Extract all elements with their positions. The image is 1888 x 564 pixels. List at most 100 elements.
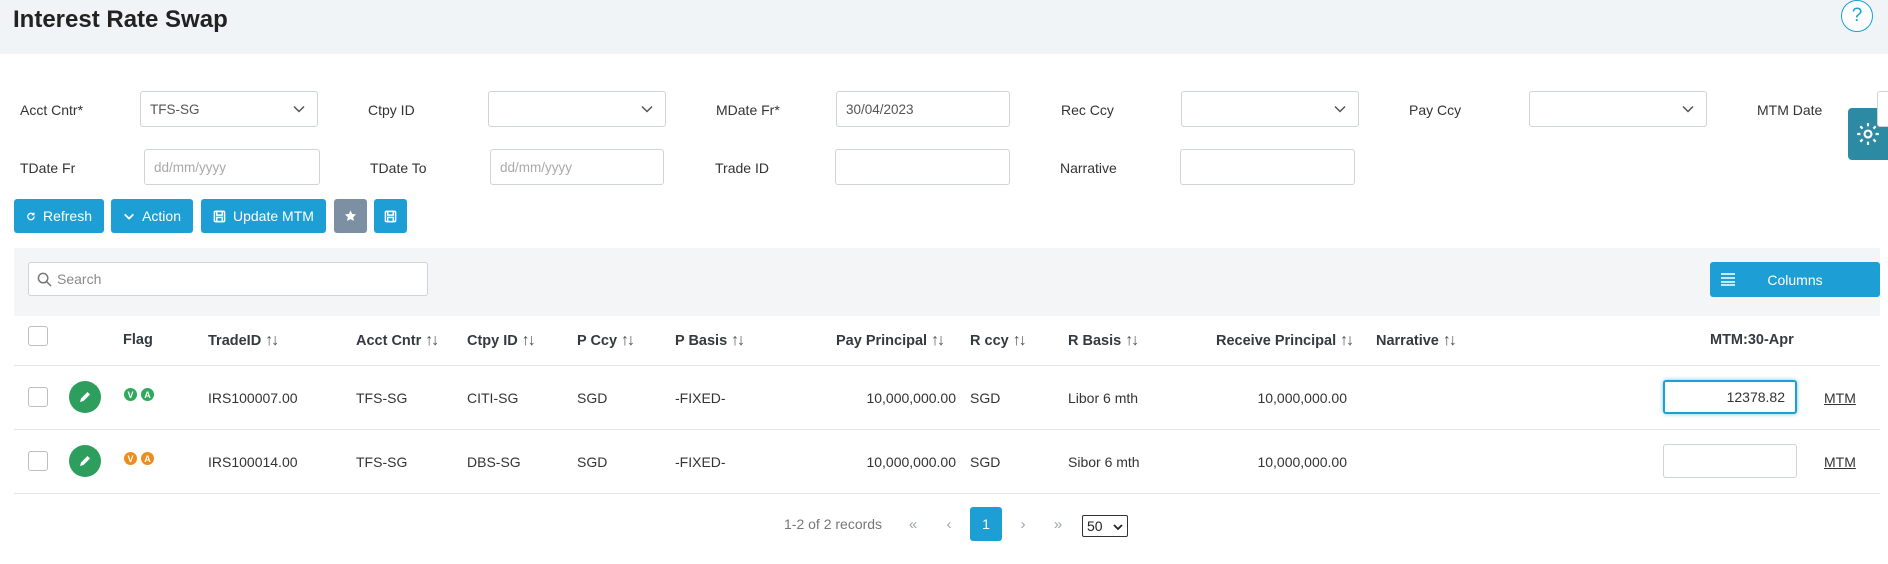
last-page-button[interactable]: »: [1045, 507, 1071, 541]
select-all-checkbox[interactable]: [28, 326, 48, 346]
tdate-to-input[interactable]: dd/mm/yyyy: [490, 149, 664, 185]
trade-id-input[interactable]: [835, 149, 1010, 185]
sort-icon: ↑↓: [931, 332, 945, 349]
tdate-fr-input[interactable]: dd/mm/yyyy: [144, 149, 320, 185]
mdate-fr-input[interactable]: 30/04/2023: [836, 91, 1010, 127]
favorite-button[interactable]: [334, 199, 367, 233]
col-r-ccy[interactable]: R ccy ↑↓: [970, 332, 1027, 350]
update-mtm-label: Update MTM: [233, 208, 314, 224]
next-page-button[interactable]: ›: [1010, 507, 1036, 541]
refresh-icon: [27, 212, 35, 220]
acct-cntr-value: TFS-SG: [150, 101, 200, 117]
mtm-input[interactable]: [1663, 444, 1797, 478]
acct-cntr-select[interactable]: TFS-SG: [140, 91, 318, 127]
pay-ccy-select[interactable]: [1529, 91, 1707, 127]
save-icon: [384, 210, 397, 222]
help-icon: ?: [1851, 5, 1863, 26]
tdate-fr-label: TDate Fr: [20, 160, 76, 176]
tdate-fr-placeholder: dd/mm/yyyy: [154, 159, 227, 175]
mtm-link[interactable]: MTM: [1824, 390, 1856, 406]
save-button[interactable]: [374, 199, 407, 233]
chevron-down-icon: [1334, 105, 1346, 113]
sort-icon: ↑↓: [731, 332, 745, 349]
col-flag: Flag: [123, 332, 153, 348]
table-row: V A IRS100007.00 TFS-SG CITI-SG SGD -FIX…: [14, 366, 1880, 430]
sort-icon: ↑↓: [1340, 332, 1354, 349]
columns-label: Columns: [1767, 271, 1823, 288]
columns-button[interactable]: Columns: [1710, 262, 1880, 297]
p-basis-cell: -FIXED-: [675, 390, 726, 406]
sort-icon: ↑↓: [1442, 332, 1457, 349]
col-trade-id[interactable]: TradeID ↑↓: [208, 332, 279, 350]
col-r-basis[interactable]: R Basis ↑↓: [1068, 332, 1139, 350]
update-mtm-button[interactable]: Update MTM: [201, 199, 326, 233]
approved-flag-icon: A: [141, 388, 154, 401]
action-label: Action: [142, 208, 181, 224]
page-title: Interest Rate Swap: [13, 6, 228, 33]
edit-button[interactable]: [69, 445, 101, 477]
r-ccy-cell: SGD: [970, 454, 1001, 470]
col-pay-principal[interactable]: Pay Principal ↑↓: [836, 332, 945, 350]
first-page-button[interactable]: «: [900, 507, 926, 541]
trade-id-cell: IRS100014.00: [208, 454, 298, 470]
p-ccy-cell: SGD: [577, 390, 608, 406]
table-row: V A IRS100014.00 TFS-SG DBS-SG SGD -FIXE…: [14, 430, 1880, 494]
page-size-value: 50: [1087, 518, 1103, 534]
trade-id-cell: IRS100007.00: [208, 390, 298, 406]
chevron-down-icon: [124, 213, 134, 220]
mtm-date-label: MTM Date: [1757, 102, 1823, 118]
rec-ccy-label: Rec Ccy: [1061, 102, 1114, 118]
tdate-to-placeholder: dd/mm/yyyy: [500, 159, 573, 175]
acct-cntr-cell: TFS-SG: [356, 390, 408, 406]
col-mtm: MTM:30-Apr: [1710, 332, 1794, 348]
pay-ccy-label: Pay Ccy: [1409, 102, 1462, 118]
verified-flag-icon: V: [124, 388, 137, 401]
search-input[interactable]: Search: [28, 262, 428, 296]
action-button[interactable]: Action: [111, 199, 193, 233]
col-p-basis[interactable]: P Basis ↑↓: [675, 332, 745, 350]
rec-ccy-select[interactable]: [1181, 91, 1359, 127]
page-header: [0, 0, 1888, 54]
sort-icon: ↑↓: [521, 332, 536, 349]
pay-principal-cell: 10,000,000.00: [866, 390, 956, 406]
prev-page-button[interactable]: ‹: [936, 507, 962, 541]
edit-button[interactable]: [69, 381, 101, 413]
col-acct-cntr[interactable]: Acct Cntr ↑↓: [356, 332, 439, 350]
page-1-button[interactable]: 1: [970, 507, 1002, 541]
search-placeholder: Search: [57, 271, 102, 287]
sort-icon: ↑↓: [265, 332, 279, 349]
table-header: Flag TradeID ↑↓ Acct Cntr ↑↓ Ctpy ID ↑↓ P C…: [14, 316, 1880, 366]
approved-flag-icon: A: [141, 452, 154, 465]
acct-cntr-cell: TFS-SG: [356, 454, 408, 470]
help-button[interactable]: ?: [1841, 0, 1873, 32]
row-checkbox[interactable]: [28, 387, 48, 407]
col-narrative[interactable]: Narrative ↑↓: [1376, 332, 1457, 350]
receive-principal-cell: 10,000,000.00: [1257, 454, 1347, 470]
mtm-date-input[interactable]: [1877, 91, 1888, 127]
mtm-input[interactable]: 12378.82: [1663, 380, 1797, 414]
ctpy-id-cell: DBS-SG: [467, 454, 521, 470]
star-icon: [344, 210, 357, 221]
verified-flag-icon: V: [124, 452, 137, 465]
col-p-ccy[interactable]: P Ccy ↑↓: [577, 332, 635, 350]
row-checkbox[interactable]: [28, 451, 48, 471]
refresh-button[interactable]: Refresh: [14, 199, 104, 233]
mtm-link[interactable]: MTM: [1824, 454, 1856, 470]
p-basis-cell: -FIXED-: [675, 454, 726, 470]
ctpy-id-select[interactable]: [488, 91, 666, 127]
pencil-icon: [80, 456, 90, 466]
r-basis-cell: Sibor 6 mth: [1068, 454, 1140, 470]
pencil-icon: [80, 392, 90, 402]
p-ccy-cell: SGD: [577, 454, 608, 470]
trade-id-label: Trade ID: [715, 160, 769, 176]
search-icon: [37, 272, 52, 287]
ctpy-id-label: Ctpy ID: [368, 102, 415, 118]
refresh-label: Refresh: [42, 208, 92, 224]
chevron-down-icon: [641, 105, 653, 113]
acct-cntr-label: Acct Cntr*: [20, 102, 84, 118]
col-ctpy-id[interactable]: Ctpy ID ↑↓: [467, 332, 536, 350]
narrative-input[interactable]: [1180, 149, 1355, 185]
narrative-label: Narrative: [1060, 160, 1117, 176]
page-size-select[interactable]: 50: [1082, 515, 1128, 537]
col-receive-principal[interactable]: Receive Principal ↑↓: [1216, 332, 1354, 350]
